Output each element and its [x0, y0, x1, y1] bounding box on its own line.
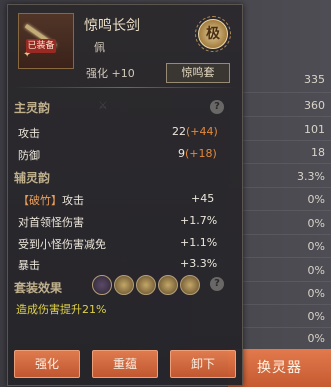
- enhance-level: 强化 +10: [86, 67, 135, 80]
- bg-stat-value: 0%: [307, 240, 325, 253]
- bg-divider: [236, 92, 331, 93]
- set-piece-icon[interactable]: [114, 275, 134, 295]
- bg-stat-value: 0%: [307, 310, 325, 323]
- bg-stat-value: 360: [304, 99, 325, 112]
- reforge-button[interactable]: 重蕴: [92, 350, 158, 378]
- sub-stat-value: +45: [191, 192, 215, 205]
- bg-divider: [236, 327, 331, 328]
- ghost-text-icon: ⚔: [98, 99, 108, 112]
- bg-stat-value: 3.3%: [297, 170, 325, 183]
- bg-stat-value: 101: [304, 123, 325, 136]
- section-title-main: 主灵韵: [14, 101, 51, 115]
- section-title-set: 套装效果: [14, 281, 63, 295]
- sub-stat-label: 受到小怪伤害减免: [18, 238, 106, 251]
- help-icon[interactable]: ?: [210, 100, 224, 114]
- sub-stat-value: +1.7%: [180, 214, 218, 227]
- bg-stat-value: 0%: [307, 193, 325, 206]
- help-icon[interactable]: ?: [210, 277, 224, 291]
- main-stat-label: 攻击: [18, 127, 40, 140]
- bg-stat-value: 0%: [307, 287, 325, 300]
- enhance-button[interactable]: 强化: [14, 350, 80, 378]
- bg-stat-value: 0%: [307, 264, 325, 277]
- bg-stat-value: 335: [304, 73, 325, 86]
- main-stat-bonus: (+44): [186, 125, 218, 138]
- set-piece-icon[interactable]: [92, 275, 112, 295]
- bg-divider: [236, 210, 331, 211]
- bg-stat-value: 18: [311, 146, 325, 159]
- divider: [14, 87, 236, 88]
- section-title-sub: 辅灵韵: [14, 171, 51, 185]
- set-piece-icon[interactable]: [158, 275, 178, 295]
- set-name-tag[interactable]: 惊鸣套: [166, 63, 230, 83]
- sub-stat-label: 暴击: [18, 259, 40, 272]
- sub-stat-label: 【破竹】攻击: [18, 192, 84, 208]
- main-stat-value: 9(+18): [178, 147, 217, 160]
- swap-spirit-button[interactable]: 换灵器: [228, 349, 331, 387]
- sub-stat-tag: 【破竹】: [18, 194, 62, 207]
- main-stat-base: 9: [178, 147, 185, 160]
- sub-stat-value: +1.1%: [180, 236, 218, 249]
- bg-divider: [236, 304, 331, 305]
- slot-label: 佩: [94, 41, 105, 54]
- bg-divider: [236, 116, 331, 117]
- bg-divider: [236, 187, 331, 188]
- main-stat-value: 22(+44): [172, 125, 218, 138]
- unequip-button[interactable]: 卸下: [170, 350, 236, 378]
- set-piece-icon[interactable]: [136, 275, 156, 295]
- rarity-badge: 极: [195, 16, 231, 52]
- set-bonus-text: 造成伤害提升21%: [16, 303, 107, 316]
- bg-divider: [236, 163, 331, 164]
- item-name: 惊鸣长剑: [84, 18, 140, 34]
- bg-stat-value: 0%: [307, 332, 325, 345]
- bg-divider: [236, 257, 331, 258]
- bg-divider: [236, 234, 331, 235]
- sub-stat-name: 攻击: [62, 194, 84, 207]
- set-piece-icon[interactable]: [180, 275, 200, 295]
- sub-stat-value: +3.3%: [180, 257, 218, 270]
- sub-stat-label: 对首领怪伤害: [18, 216, 84, 229]
- equipped-badge: 已装备: [26, 39, 56, 53]
- main-stat-base: 22: [172, 125, 186, 138]
- bg-divider: [236, 281, 331, 282]
- main-stat-label: 防御: [18, 149, 40, 162]
- bg-stat-value: 0%: [307, 217, 325, 230]
- item-detail-popup: ✦ 已装备 惊鸣长剑 佩 强化 +10 极 惊鸣套 主灵韵 ⚔ ? 攻击 22(…: [7, 4, 243, 386]
- main-stat-bonus: (+18): [185, 147, 217, 160]
- bg-divider: [236, 140, 331, 141]
